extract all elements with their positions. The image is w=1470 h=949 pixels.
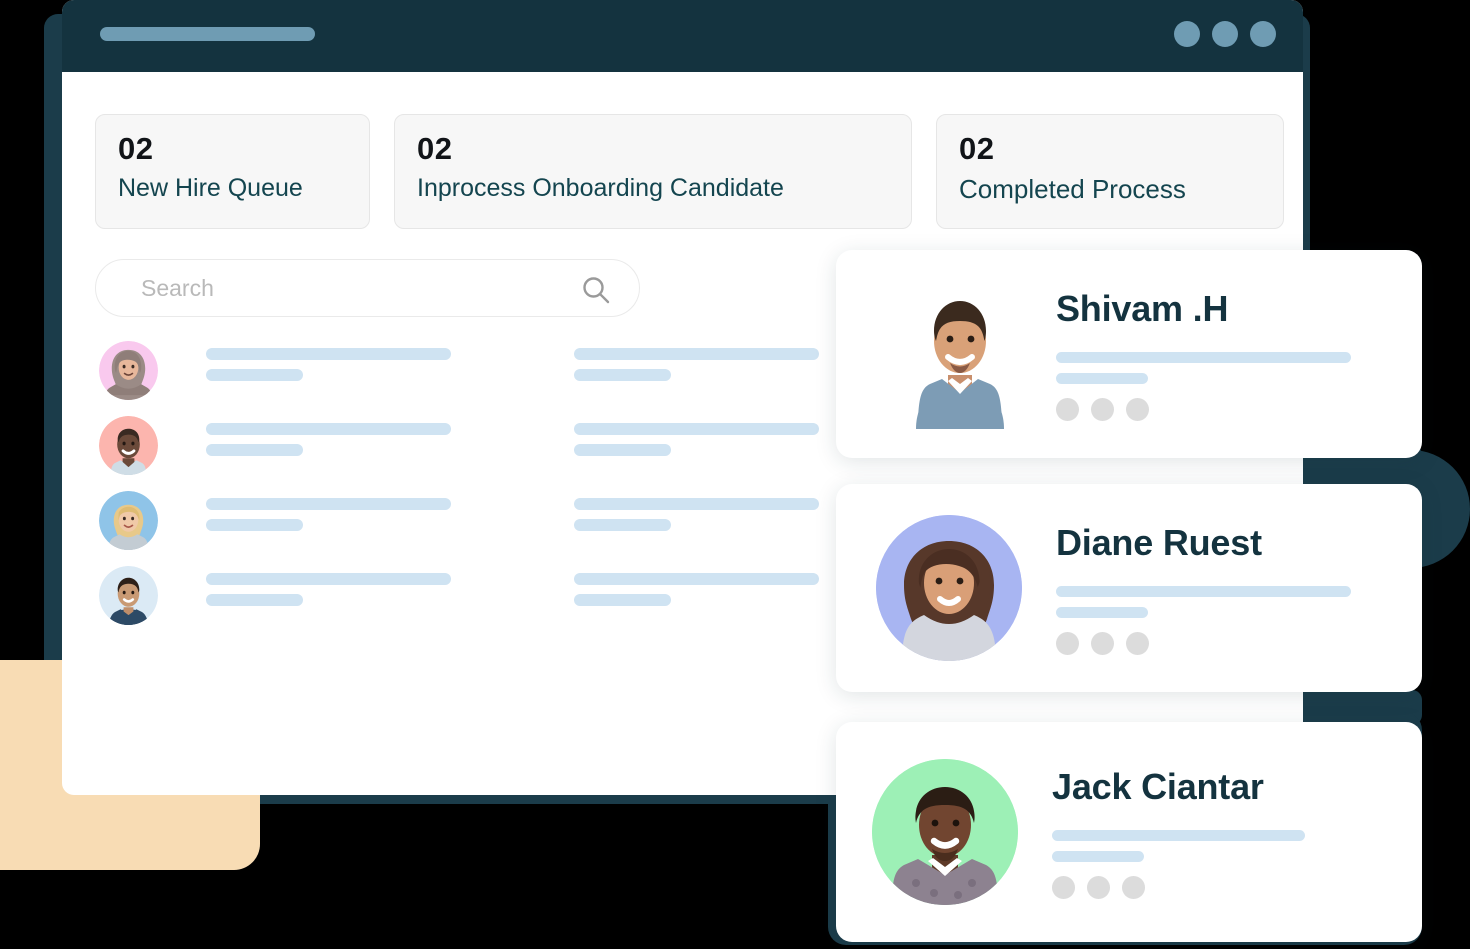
stat-card-new-hire-queue[interactable]: 02 New Hire Queue xyxy=(95,114,370,229)
skeleton-bar-primary xyxy=(206,348,451,360)
window-dot-maximize-icon[interactable] xyxy=(1212,21,1238,47)
status-dot-icon[interactable] xyxy=(1126,397,1149,421)
status-dot-icon[interactable] xyxy=(1052,875,1075,899)
status-dot-icon[interactable] xyxy=(1091,631,1114,655)
titlebar-placeholder-pill xyxy=(100,27,315,41)
skeleton-bar-primary xyxy=(206,573,451,585)
skeleton-col-left xyxy=(206,423,574,456)
skeleton-col-left xyxy=(206,573,574,606)
search-icon[interactable] xyxy=(581,275,611,305)
search-bar[interactable] xyxy=(95,259,640,317)
profile-card-diane[interactable]: Diane Ruest xyxy=(836,484,1422,692)
skeleton-bar-primary xyxy=(574,348,819,360)
search-input[interactable] xyxy=(96,274,639,302)
skeleton-bar-primary xyxy=(1056,351,1351,363)
window-controls[interactable] xyxy=(1174,21,1276,47)
skeleton-bar-secondary xyxy=(1052,850,1144,862)
stat-card-inprocess-onboarding[interactable]: 02 Inprocess Onboarding Candidate xyxy=(394,114,912,229)
stat-card-completed-process[interactable]: 02 Completed Process xyxy=(936,114,1284,229)
stat-label: New Hire Queue xyxy=(118,173,303,202)
status-dot-icon[interactable] xyxy=(1091,397,1114,421)
profile-photo-shivam xyxy=(898,279,1022,429)
skeleton-col-left xyxy=(206,348,574,381)
skeleton-col-right xyxy=(574,498,819,531)
status-dot-icon[interactable] xyxy=(1122,875,1145,899)
profile-photo-diane xyxy=(876,515,1022,661)
skeleton-bar-primary xyxy=(1052,829,1305,841)
window-titlebar xyxy=(62,0,1303,72)
stat-value: 02 xyxy=(959,131,995,166)
window-dot-minimize-icon[interactable] xyxy=(1174,21,1200,47)
skeleton-col-right xyxy=(574,348,819,381)
skeleton-bar-secondary xyxy=(574,594,671,606)
status-dot-icon[interactable] xyxy=(1056,397,1079,421)
profile-card-body: Diane Ruest xyxy=(1022,522,1351,655)
stat-value: 02 xyxy=(417,131,453,166)
status-dot-icon[interactable] xyxy=(1126,631,1149,655)
avatar-woman-hijab xyxy=(99,341,158,400)
profile-card-body: Shivam .H xyxy=(1022,288,1351,421)
avatar-man-smiling xyxy=(99,416,158,475)
profile-card-jack[interactable]: Jack Ciantar xyxy=(836,722,1422,942)
skeleton-col-right xyxy=(574,573,819,606)
stat-value: 02 xyxy=(118,131,154,166)
skeleton-col-right xyxy=(574,423,819,456)
skeleton-bar-secondary xyxy=(206,444,303,456)
profile-card-shivam[interactable]: Shivam .H xyxy=(836,250,1422,458)
profile-status-dots[interactable] xyxy=(1056,397,1351,421)
skeleton-bar-secondary xyxy=(574,369,671,381)
profile-name: Jack Ciantar xyxy=(1052,765,1264,807)
profile-photo-jack xyxy=(872,759,1018,905)
profile-name: Shivam .H xyxy=(1056,287,1229,329)
skeleton-bar-secondary xyxy=(1056,372,1148,384)
profile-status-dots[interactable] xyxy=(1052,875,1305,899)
window-dot-close-icon[interactable] xyxy=(1250,21,1276,47)
skeleton-bar-secondary xyxy=(1056,606,1148,618)
avatar-man-young xyxy=(99,566,158,625)
skeleton-bar-primary xyxy=(206,498,451,510)
skeleton-bar-primary xyxy=(1056,585,1351,597)
status-dot-icon[interactable] xyxy=(1056,631,1079,655)
stat-label: Completed Process xyxy=(959,173,1186,204)
skeleton-bar-secondary xyxy=(574,519,671,531)
profile-status-dots[interactable] xyxy=(1056,631,1351,655)
skeleton-bar-primary xyxy=(206,423,451,435)
skeleton-bar-secondary xyxy=(206,519,303,531)
profile-card-body: Jack Ciantar xyxy=(1018,766,1305,899)
status-dot-icon[interactable] xyxy=(1087,875,1110,899)
skeleton-bar-primary xyxy=(574,573,819,585)
avatar-woman-blonde xyxy=(99,491,158,550)
skeleton-bar-primary xyxy=(574,423,819,435)
skeleton-bar-secondary xyxy=(206,369,303,381)
stat-label: Inprocess Onboarding Candidate xyxy=(417,173,784,202)
skeleton-col-left xyxy=(206,498,574,531)
profile-name: Diane Ruest xyxy=(1056,521,1262,563)
stat-card-group: 02 New Hire Queue 02 Inprocess Onboardin… xyxy=(62,72,1303,229)
skeleton-bar-secondary xyxy=(206,594,303,606)
skeleton-bar-secondary xyxy=(574,444,671,456)
skeleton-bar-primary xyxy=(574,498,819,510)
